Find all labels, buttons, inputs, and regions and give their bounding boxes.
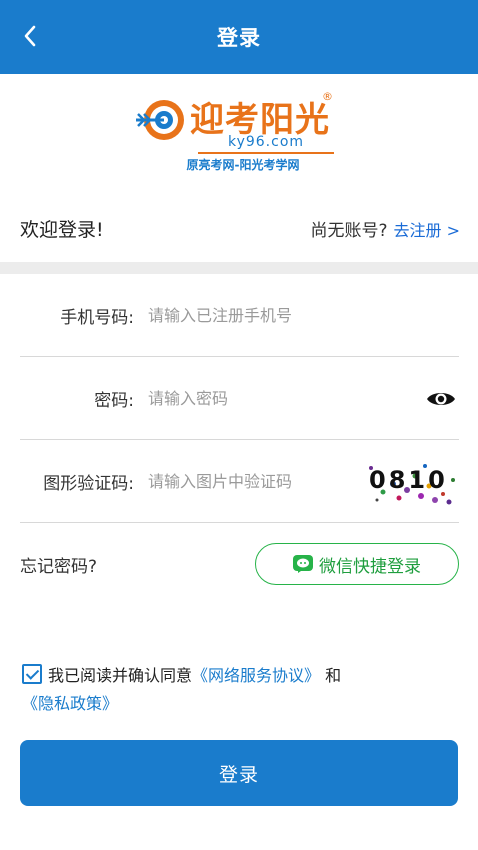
service-agreement-link[interactable]: 《网络服务协议》 (192, 666, 320, 685)
brand-logo-area: 迎考阳光 ® ky96.com 原亮考网-阳光考学网 (0, 90, 478, 180)
brand-logo: 迎考阳光 ® ky96.com 原亮考网-阳光考学网 (134, 90, 344, 180)
captcha-input[interactable] (148, 472, 359, 491)
brand-url: ky96.com (198, 134, 334, 154)
page-title: 登录 (217, 26, 261, 50)
app-header: 登录 (0, 0, 478, 74)
forgot-password-link[interactable]: 忘记密码? (20, 552, 97, 577)
eye-icon (427, 392, 455, 405)
wechat-icon (293, 555, 313, 573)
agreement-prefix: 我已阅读并确认同意 (48, 666, 193, 685)
agreement-row: 我已阅读并确认同意《网络服务协议》 和 《隐私政策》 (22, 662, 462, 718)
privacy-policy-link[interactable]: 《隐私政策》 (22, 694, 118, 713)
password-label: 密码: (94, 391, 134, 411)
back-button[interactable] (14, 20, 46, 52)
section-divider (0, 262, 478, 274)
password-input[interactable] (148, 389, 423, 408)
welcome-row: 欢迎登录! 尚无账号? 去注册 > (20, 212, 460, 244)
brand-subtitle: 原亮考网-阳光考学网 (186, 158, 300, 172)
phone-label: 手机号码: (60, 308, 134, 328)
login-button[interactable]: 登录 (20, 740, 458, 806)
agreement-and: 和 (325, 666, 342, 685)
wechat-login-button[interactable]: 微信快捷登录 (255, 543, 459, 585)
phone-input[interactable] (148, 306, 459, 325)
no-account-text: 尚无账号? (310, 220, 388, 241)
captcha-row: 图形验证码: 0810 (20, 441, 459, 523)
captcha-image[interactable]: 0810 (359, 456, 459, 508)
chevron-left-icon (24, 25, 36, 47)
welcome-text: 欢迎登录! (20, 218, 104, 241)
register-prompt: 尚无账号? 去注册 > (310, 216, 460, 241)
phone-row: 手机号码: (20, 275, 459, 357)
wechat-login-label: 微信快捷登录 (319, 556, 421, 577)
show-password-toggle[interactable] (423, 381, 459, 417)
register-link[interactable]: 去注册 > (394, 221, 461, 240)
password-row: 密码: (20, 358, 459, 440)
agreement-checkbox[interactable] (22, 664, 42, 684)
captcha-text: 0810 (369, 466, 448, 494)
captcha-label: 图形验证码: (43, 474, 134, 494)
target-arrow-logo-icon (136, 100, 184, 140)
registered-mark: ® (322, 90, 333, 103)
